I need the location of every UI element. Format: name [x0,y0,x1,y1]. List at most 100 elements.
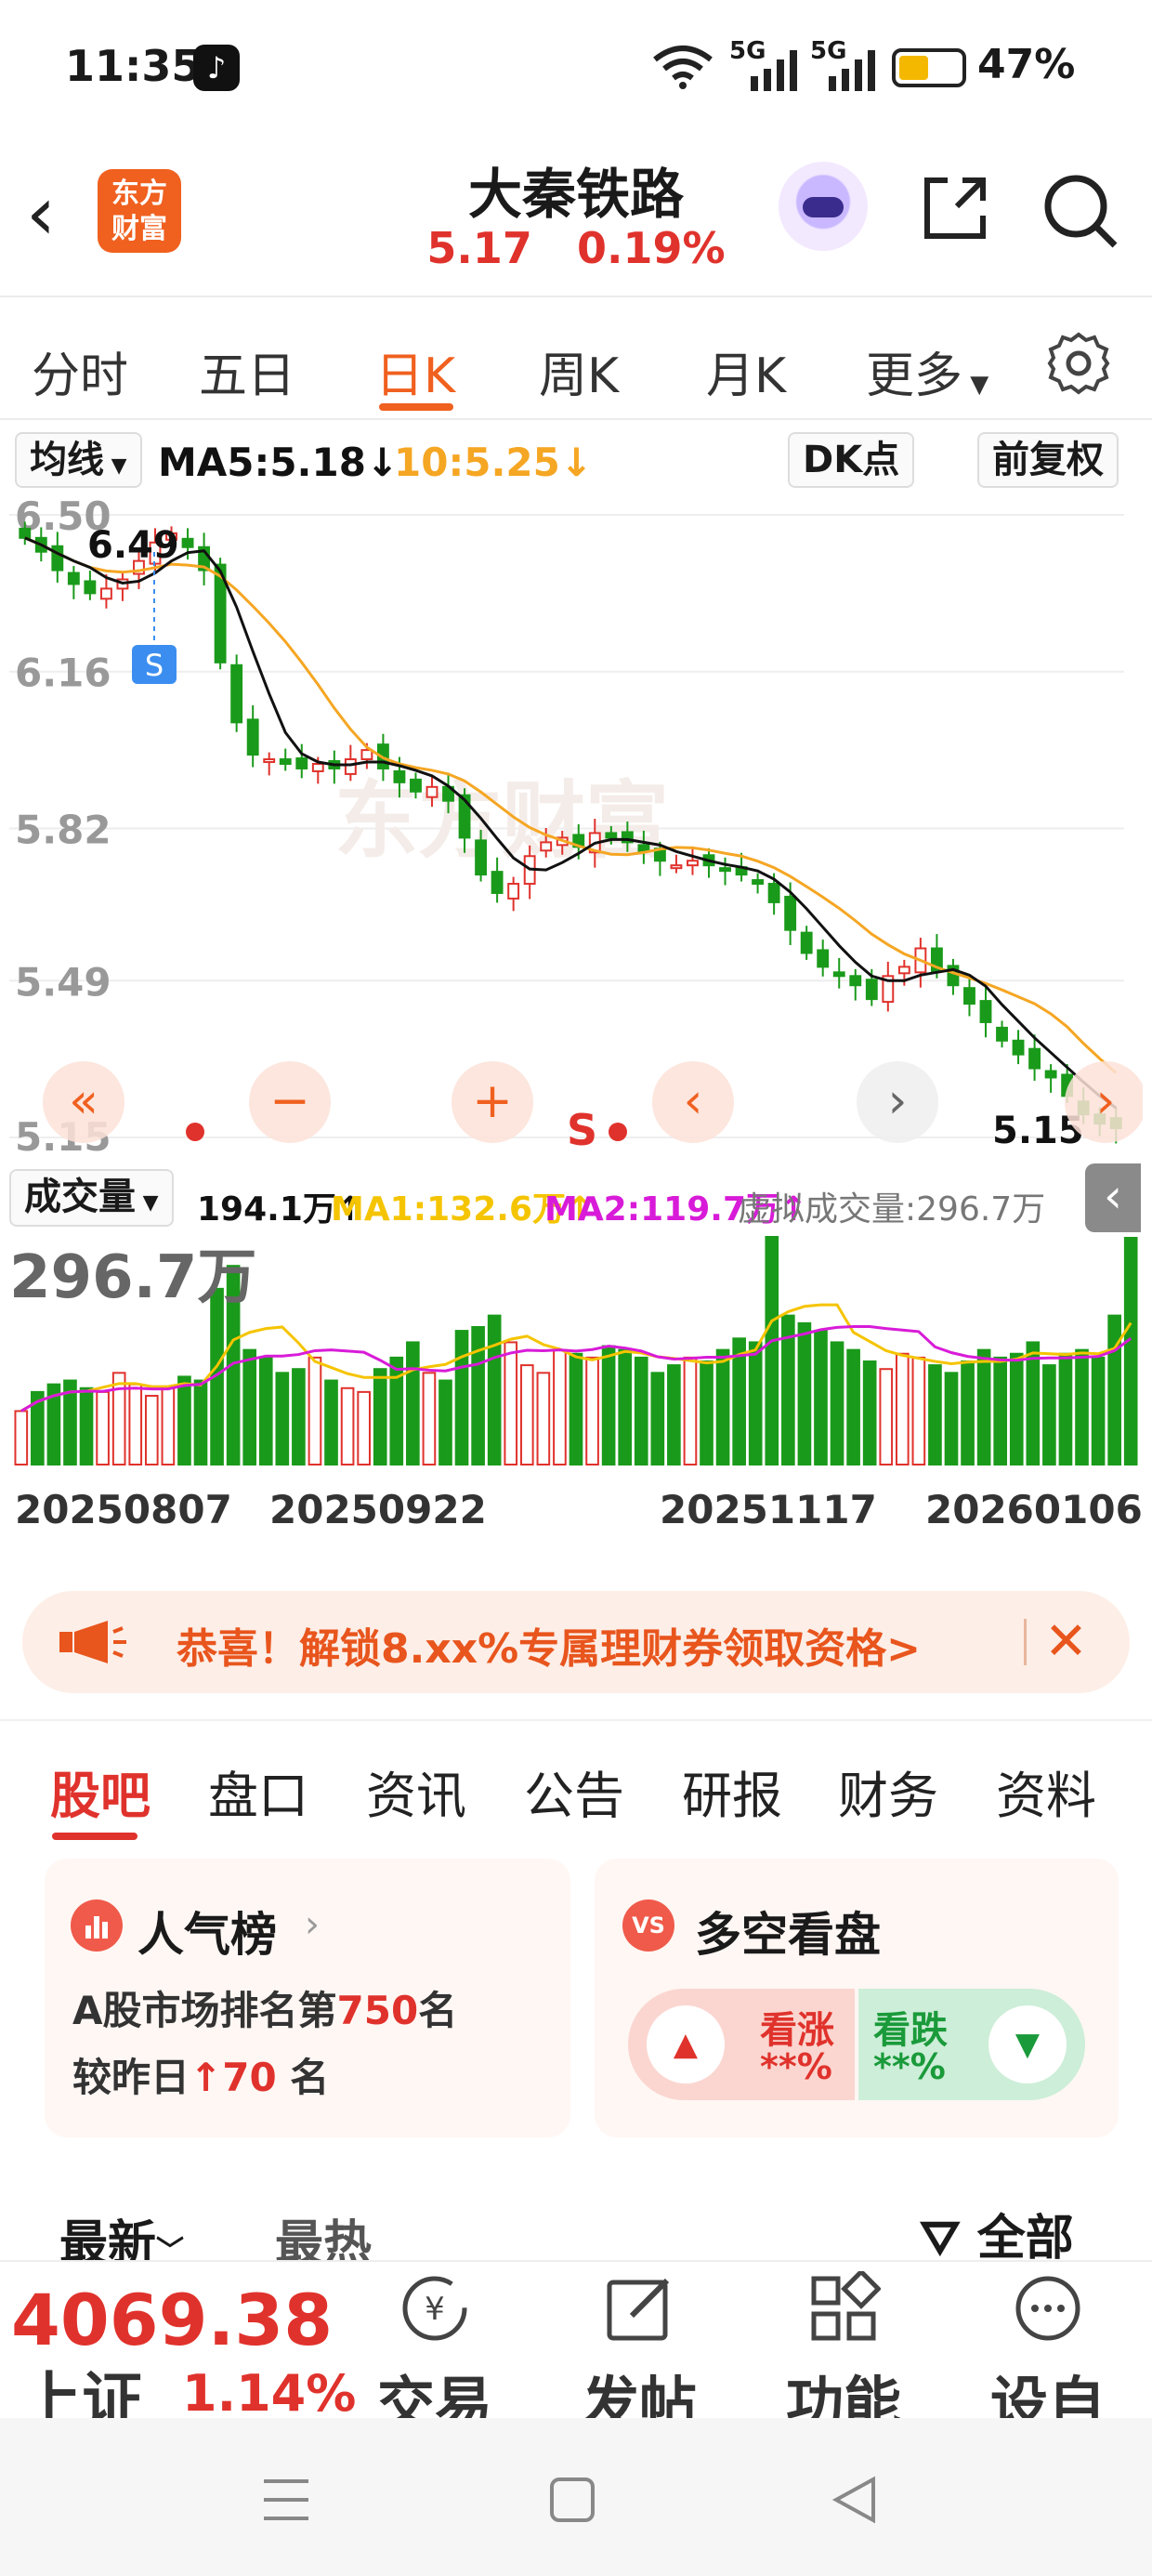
bearish-value: **% [873,2046,946,2087]
system-nav-bar [0,2418,1152,2576]
logo-text-1: 东方 [111,177,167,210]
rank-prefix: A股市场排名第 [72,1988,337,2033]
tab-daily-k[interactable]: 日K [375,336,455,406]
dk-point-button[interactable]: DK点 [788,432,915,488]
volume-bar [487,1314,502,1465]
price-tick-label: 6.16 [15,651,111,696]
volume-bar [439,1379,452,1465]
candle-body [752,879,765,886]
volume-selector[interactable]: 成交量 ▼ [9,1169,174,1227]
back-nav-icon[interactable] [829,2474,881,2526]
volume-bar [585,1356,599,1465]
date-label: 20250922 [269,1487,487,1532]
sell-signal-text: S [145,648,164,683]
volume-bar [618,1348,633,1465]
tab-announcements[interactable]: 公告 [524,1755,624,1828]
signal-bars-icon-1 [751,50,797,91]
rank-value: 750 [336,1988,419,2033]
candle-body [963,987,975,1005]
tab-finance[interactable]: 财务 [838,1755,938,1828]
volume-bar [1107,1314,1121,1465]
post-button[interactable]: 发帖 [565,2271,713,2440]
tab-five-day[interactable]: 五日 [199,336,295,406]
promo-banner[interactable]: 恭喜！解锁8.xx%专属理财券领取资格> ✕ [22,1591,1130,1693]
tab-more-label: 更多 [866,348,963,404]
stock-quote: 5.17 0.19% [390,223,762,273]
ma-indicator-row: 均线 ▼ MA5:5.18↓ 10:5.25↓ DK点 前复权 [0,423,1152,497]
functions-button[interactable]: 功能 [769,2268,918,2440]
volume-bar [111,1372,126,1465]
kline-chart[interactable]: 6.506.165.825.495.15东方财富6.49S5.15«−+‹››S [9,496,1143,1158]
tab-research[interactable]: 研报 [682,1755,782,1828]
sentiment-card[interactable]: VS 多空看盘 ▲ 看涨 **% 看跌 **% ▼ [595,1859,1119,2137]
filter-all-label: 全部 [976,2211,1074,2267]
close-icon[interactable]: ✕ [1044,1611,1088,1672]
watchlist-button[interactable]: 设自 [974,2271,1122,2440]
ma-selector[interactable]: 均线 ▼ [15,432,142,488]
candle-body [800,931,813,954]
home-icon[interactable] [546,2474,598,2526]
tab-order-book[interactable]: 盘口 [208,1755,308,1828]
menu-icon[interactable] [260,2474,312,2526]
volume-bar [797,1321,812,1466]
sell-marker: S [567,1105,597,1155]
share-icon[interactable] [920,173,990,243]
search-icon[interactable] [1041,171,1120,251]
chart-control-glyph: › [888,1073,908,1129]
ma5-value: MA5:5.18↓ [158,440,399,485]
volume-bar [144,1394,159,1465]
ma-selector-label: 均线 [30,439,104,481]
candle-body [849,975,862,987]
tab-guba[interactable]: 股吧 [50,1755,151,1828]
stock-header: ‹ 东方 财富 大秦铁路 5.17 0.19% [0,139,1152,297]
trade-button[interactable]: ¥ 交易 [360,2271,509,2440]
clock: 11:35 [65,41,202,91]
candle-body [344,758,357,775]
section-tabs: 股吧 盘口 资讯 公告 研报 财务 资料 [0,1719,1152,1849]
chevron-down-icon: ▼ [104,454,127,478]
index-value[interactable]: 4069.38 [11,2279,333,2361]
volume-bar [406,1341,420,1465]
assistant-robot-icon[interactable] [779,162,868,251]
volume-bar [324,1379,338,1465]
candle-body [425,785,439,798]
chart-control-glyph: + [472,1073,513,1129]
candle-body [767,883,780,903]
chevron-right-icon: › [305,1903,320,1946]
candle-body [51,545,64,572]
gear-icon[interactable] [1046,331,1111,396]
date-label: 20251117 [660,1487,877,1532]
collapse-panel-button[interactable]: ‹ [1085,1163,1141,1232]
volume-chart[interactable]: 296.7万 [9,1236,1143,1468]
volume-bar [161,1387,176,1466]
price-adjust-button[interactable]: 前复权 [977,432,1119,488]
candle-body [295,757,308,769]
tab-intraday[interactable]: 分时 [32,336,128,406]
volume-bar [601,1345,616,1465]
volume-legend: 成交量 ▼ 194.1万↑ MA1:132.6万↑ MA2:119.7万↑ 虚拟… [0,1160,1152,1236]
back-button[interactable]: ‹ [26,177,56,251]
status-bar: 11:35 ♪ 5G 5G 47% [0,0,1152,139]
tab-monthly-k[interactable]: 月K [706,336,786,406]
volume-bar [765,1236,779,1465]
candle-body [84,580,97,595]
rank-suffix: 名 [418,1988,458,2033]
tab-more[interactable]: 更多 ▼ [866,336,988,406]
signal-dot [186,1123,204,1141]
candle-body [979,1000,992,1023]
tab-weekly-k[interactable]: 周K [539,336,619,406]
bearish-button[interactable]: 看跌 **% ▼ [858,1989,1085,2100]
filter-all[interactable]: ⛛ 全部 [920,2199,1074,2268]
volume-bar [830,1341,844,1465]
popularity-card[interactable]: 人气榜 › A股市场排名第750名 较昨日↑70 名 [45,1859,570,2137]
candle-body [99,587,112,600]
bullish-button[interactable]: ▲ 看涨 **% [628,1989,855,2100]
tab-news[interactable]: 资讯 [366,1755,466,1828]
tab-profile[interactable]: 资料 [996,1755,1096,1828]
candle-body [1044,1070,1057,1079]
chevron-down-icon: ▼ [136,1191,159,1215]
battery-percent: 47% [977,41,1076,88]
candle-body [719,867,731,873]
volume-bar [814,1330,828,1465]
candle-body [67,572,80,585]
